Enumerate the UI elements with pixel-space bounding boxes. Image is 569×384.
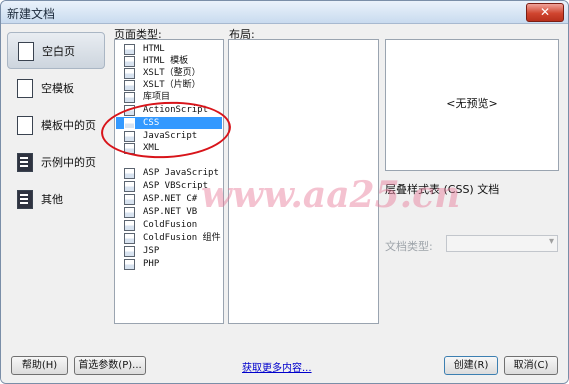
document-icon: [124, 193, 135, 205]
list-item[interactable]: JSP: [116, 245, 222, 257]
document-icon: [124, 232, 135, 244]
watermark: www.aa25.cn: [201, 174, 461, 216]
list-item[interactable]: HTML: [116, 43, 222, 55]
sidebar-item-label: 模板中的页: [41, 118, 96, 132]
category-sidebar: 空白页 空模板 模板中的页 示例中的页 其他: [7, 32, 105, 217]
document-icon: [124, 167, 135, 179]
blank-template-icon: [15, 78, 35, 98]
preferences-button[interactable]: 首选参数(P)...: [74, 356, 146, 375]
other-icon: [15, 189, 35, 209]
sidebar-item-blank-page[interactable]: 空白页: [7, 32, 105, 69]
document-icon: [124, 180, 135, 192]
window-title: 新建文档: [7, 7, 56, 21]
sidebar-item-label: 空白页: [42, 44, 75, 58]
doctype-label: 文档类型:: [385, 240, 433, 253]
close-button[interactable]: ✕: [526, 3, 564, 22]
list-item[interactable]: PHP: [116, 258, 222, 270]
list-item[interactable]: HTML 模板: [116, 55, 222, 67]
list-item[interactable]: XSLT（整页）: [116, 67, 222, 79]
get-more-content-link[interactable]: 获取更多内容...: [242, 359, 312, 374]
preview-box: <无预览>: [385, 39, 559, 171]
sample-page-icon: [15, 152, 35, 172]
document-icon: [124, 245, 135, 257]
doctype-select[interactable]: [446, 235, 558, 252]
sidebar-item-blank-template[interactable]: 空模板: [7, 69, 105, 106]
title-bar: 新建文档 ✕: [1, 1, 568, 24]
document-icon: [124, 206, 135, 218]
sidebar-item-sample-page[interactable]: 示例中的页: [7, 143, 105, 180]
preview-placeholder: <无预览>: [446, 97, 498, 110]
document-icon: [124, 219, 135, 231]
sidebar-item-template-page[interactable]: 模板中的页: [7, 106, 105, 143]
help-button[interactable]: 帮助(H): [11, 356, 68, 375]
sidebar-item-other[interactable]: 其他: [7, 180, 105, 217]
list-item[interactable]: ColdFusion: [116, 219, 222, 231]
sidebar-item-label: 示例中的页: [41, 155, 96, 169]
document-icon: [124, 55, 135, 67]
cancel-button[interactable]: 取消(C): [504, 356, 558, 375]
document-icon: [124, 43, 135, 55]
list-item[interactable]: ColdFusion 组件: [116, 232, 222, 244]
dialog-body: 空白页 空模板 模板中的页 示例中的页 其他 页面类型: HTML HTML 模…: [1, 24, 568, 383]
template-page-icon: [15, 115, 35, 135]
document-icon: [124, 67, 135, 79]
list-item[interactable]: XSLT（片断）: [116, 79, 222, 91]
sidebar-item-label: 其他: [41, 192, 63, 206]
blank-page-icon: [16, 41, 36, 61]
create-button[interactable]: 创建(R): [444, 356, 498, 375]
new-document-dialog: 新建文档 ✕ 空白页 空模板 模板中的页 示例中的页 其他 页面类型: HTML…: [0, 0, 569, 384]
document-icon: [124, 258, 135, 270]
document-icon: [124, 91, 135, 103]
sidebar-item-label: 空模板: [41, 81, 74, 95]
document-icon: [124, 79, 135, 91]
